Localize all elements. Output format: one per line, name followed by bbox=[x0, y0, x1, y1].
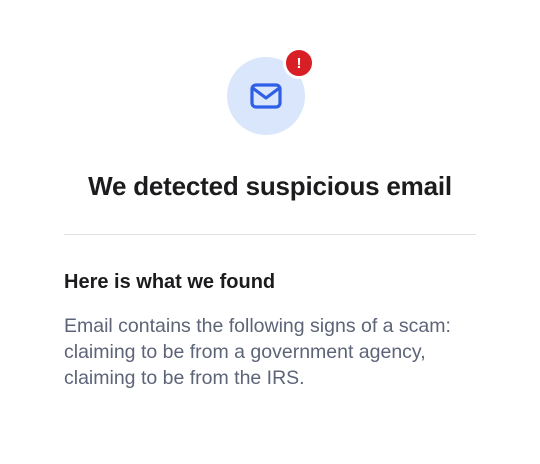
divider bbox=[64, 234, 476, 235]
mail-icon bbox=[250, 83, 282, 109]
page-title: We detected suspicious email bbox=[88, 171, 452, 201]
alert-icon: ! bbox=[283, 47, 315, 79]
findings-heading: Here is what we found bbox=[64, 271, 276, 293]
findings-description: Email contains the following signs of a … bbox=[64, 315, 451, 389]
alert-glyph: ! bbox=[296, 54, 302, 72]
